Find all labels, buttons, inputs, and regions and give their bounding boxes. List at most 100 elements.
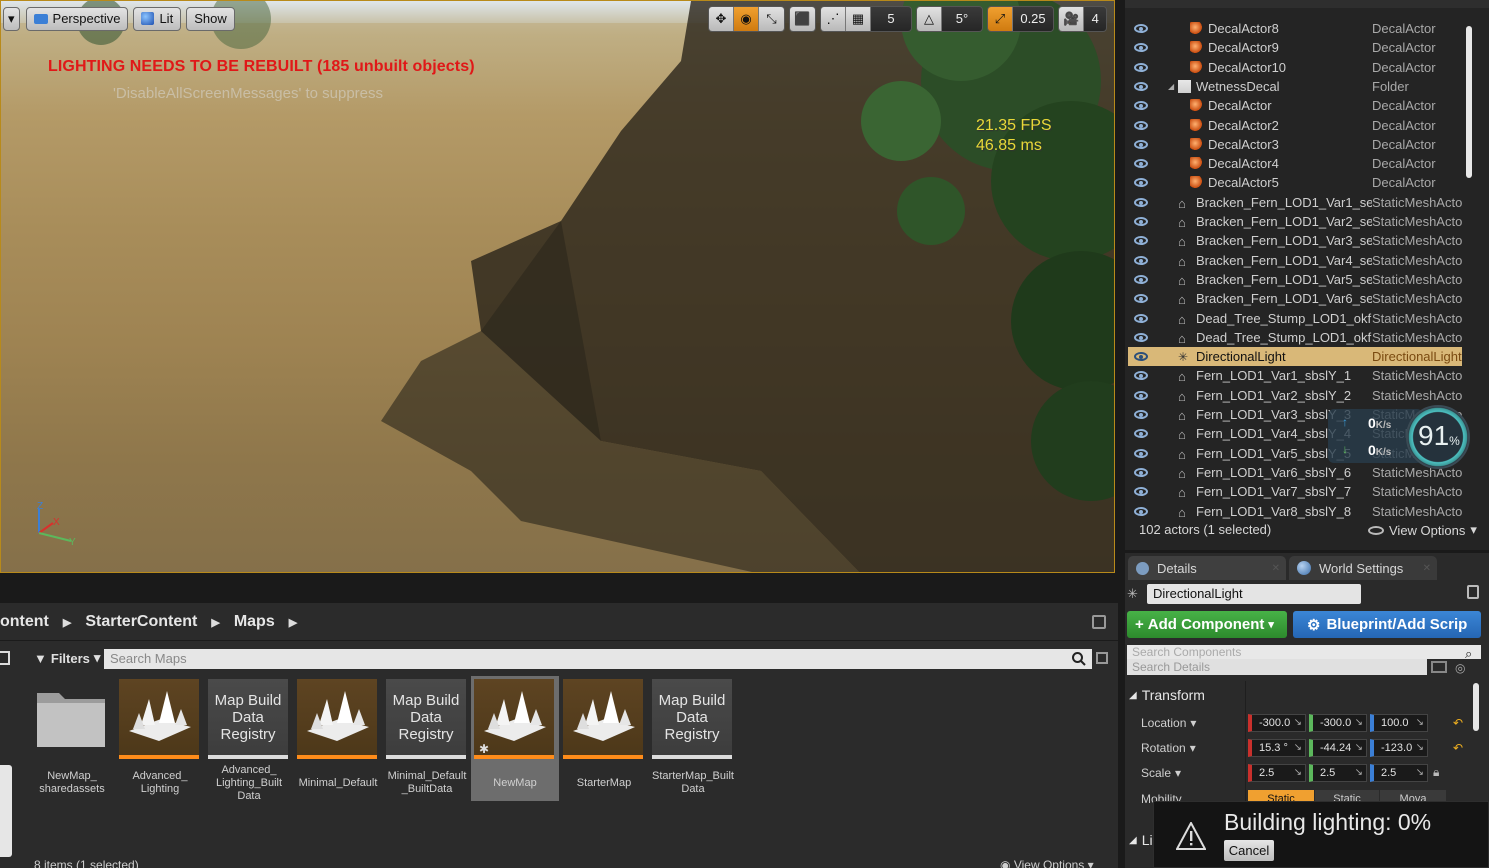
- asset-build-data[interactable]: Map Build Data Registry StarterMap_Built …: [649, 676, 737, 801]
- breadcrumb-arrow-icon[interactable]: ▶: [289, 616, 297, 629]
- expand-arrow-icon[interactable]: ◢: [1168, 82, 1174, 91]
- visibility-eye-icon[interactable]: [1134, 448, 1148, 458]
- view-mode-lit-button[interactable]: Lit: [133, 6, 182, 31]
- close-icon[interactable]: ✕: [1272, 563, 1280, 574]
- location-z-field[interactable]: 100.0: [1370, 714, 1428, 732]
- sources-panel-toggle-icon[interactable]: [0, 651, 10, 665]
- visibility-eye-icon[interactable]: [1134, 178, 1148, 188]
- visibility-eye-icon[interactable]: [1134, 429, 1148, 439]
- actor-name-field[interactable]: DirectionalLight: [1147, 584, 1361, 604]
- breadcrumb-maps[interactable]: Maps: [234, 613, 275, 631]
- lock-icon[interactable]: [1092, 615, 1106, 629]
- visibility-eye-icon[interactable]: [1134, 24, 1148, 33]
- rotate-tool-icon[interactable]: ◉: [734, 6, 759, 31]
- visibility-eye-icon[interactable]: [1134, 120, 1148, 130]
- camera-speed-value[interactable]: 4: [1084, 6, 1107, 31]
- tab-world-settings[interactable]: World Settings ✕: [1289, 556, 1437, 580]
- visibility-eye-icon[interactable]: [1134, 390, 1148, 400]
- visibility-eye-icon[interactable]: [1134, 313, 1148, 323]
- rotation-y-field[interactable]: -44.24: [1309, 739, 1367, 757]
- perspective-button[interactable]: Perspective: [25, 6, 129, 31]
- scale-tool-icon[interactable]: ⤡: [759, 6, 784, 31]
- reset-to-default-icon[interactable]: ↶: [1453, 716, 1463, 730]
- outliner-view-options-button[interactable]: View Options ▾: [1368, 522, 1477, 538]
- world-cube-icon[interactable]: ⬛: [790, 6, 815, 31]
- outliner-row[interactable]: ⌂ Dead_Tree_Stump_LOD1_okf StaticMeshActo: [1128, 328, 1462, 347]
- visibility-eye-icon[interactable]: [1134, 332, 1148, 342]
- scale-y-field[interactable]: 2.5: [1309, 764, 1367, 782]
- outliner-row[interactable]: ⌂ Bracken_Fern_LOD1_Var5_se StaticMeshActo: [1128, 270, 1462, 289]
- outliner-scrollbar[interactable]: [1466, 26, 1472, 178]
- outliner-row[interactable]: ⌂ Fern_LOD1_Var2_sbslY_2 StaticMeshActo: [1128, 386, 1462, 405]
- outliner-row[interactable]: ⌂ Fern_LOD1_Var8_sbslY_8 StaticMeshActo: [1128, 502, 1462, 521]
- visibility-eye-icon[interactable]: [1134, 255, 1148, 265]
- outliner-row[interactable]: ⌂ Fern_LOD1_Var7_sbslY_7 StaticMeshActo: [1128, 482, 1462, 501]
- scale-label[interactable]: Scale ▾: [1141, 766, 1181, 780]
- surface-snap-icon[interactable]: ⋰: [821, 6, 846, 31]
- tab-details[interactable]: Details ✕: [1128, 556, 1286, 580]
- show-button[interactable]: Show: [186, 6, 235, 31]
- asset-map[interactable]: Advanced_ Lighting: [116, 676, 204, 801]
- scale-snap-value[interactable]: 0.25: [1013, 6, 1053, 31]
- outliner-row[interactable]: ⌂ Bracken_Fern_LOD1_Var4_se StaticMeshActo: [1128, 251, 1462, 270]
- camera-speed-icon[interactable]: 🎥: [1059, 6, 1085, 31]
- rotation-x-field[interactable]: 15.3 °: [1248, 739, 1306, 757]
- asset-folder[interactable]: NewMap_ sharedassets: [28, 676, 116, 801]
- scale-z-field[interactable]: 2.5: [1370, 764, 1428, 782]
- visibility-eye-icon[interactable]: [1134, 217, 1148, 226]
- outliner-row[interactable]: DecalActor8 DecalActor: [1128, 19, 1462, 38]
- visibility-eye-icon[interactable]: [1134, 487, 1148, 497]
- transform-section[interactable]: ◢ Transform: [1125, 681, 1245, 709]
- visibility-eye-icon[interactable]: [1134, 101, 1148, 111]
- visibility-eye-icon[interactable]: [1134, 352, 1148, 362]
- scale-snap-icon[interactable]: ⤢: [988, 6, 1013, 31]
- outliner-row[interactable]: ⌂ Bracken_Fern_LOD1_Var1_se StaticMeshActo: [1128, 193, 1462, 212]
- eye-icon[interactable]: ◎: [1455, 661, 1465, 675]
- outliner-row[interactable]: ⌂ Dead_Tree_Stump_LOD1_okf StaticMeshActo: [1128, 309, 1462, 328]
- visibility-eye-icon[interactable]: [1134, 81, 1148, 91]
- breadcrumb-content[interactable]: ontent: [0, 613, 49, 631]
- lock-icon[interactable]: [1467, 585, 1479, 599]
- visibility-eye-icon[interactable]: [1134, 274, 1148, 284]
- rotation-z-field[interactable]: -123.0: [1370, 739, 1428, 757]
- filters-button[interactable]: ▼ Filters ▾: [28, 647, 100, 669]
- property-matrix-icon[interactable]: [1431, 661, 1447, 673]
- reset-to-default-icon[interactable]: ↶: [1453, 741, 1463, 755]
- asset-build-data[interactable]: Map Build Data Registry Minimal_Default _…: [383, 676, 471, 801]
- outliner-row[interactable]: ⌂ Fern_LOD1_Var6_sbslY_6 StaticMeshActo: [1128, 463, 1462, 482]
- add-component-button[interactable]: + Add Component ▾: [1127, 611, 1287, 638]
- location-x-field[interactable]: -300.0: [1248, 714, 1306, 732]
- visibility-eye-icon[interactable]: [1134, 139, 1148, 149]
- breadcrumb-arrow-icon[interactable]: ▶: [63, 616, 71, 629]
- visibility-eye-icon[interactable]: [1134, 62, 1148, 72]
- outliner-row[interactable]: ⌂ Bracken_Fern_LOD1_Var3_se StaticMeshActo: [1128, 231, 1462, 250]
- close-icon[interactable]: ✕: [1423, 563, 1431, 574]
- outliner-row[interactable]: DecalActor3 DecalActor: [1128, 135, 1462, 154]
- outliner-row[interactable]: DecalActor5 DecalActor: [1128, 173, 1462, 192]
- outliner-row[interactable]: DecalActor9 DecalActor: [1128, 38, 1462, 57]
- visibility-eye-icon[interactable]: [1134, 236, 1148, 246]
- outliner-row-selected[interactable]: ✳ DirectionalLight DirectionalLight: [1128, 347, 1462, 367]
- lock-icon[interactable]: 🔒︎: [1433, 765, 1439, 780]
- outliner-row[interactable]: ⌂ Bracken_Fern_LOD1_Var2_se StaticMeshActo: [1128, 212, 1462, 231]
- translate-tool-icon[interactable]: ✥: [709, 6, 734, 31]
- outliner-row[interactable]: ◢ WetnessDecal Folder: [1128, 77, 1462, 96]
- viewport-options-dropdown[interactable]: ▾: [3, 6, 20, 31]
- blueprint-add-script-button[interactable]: ⚙ Blueprint/Add Scrip: [1293, 611, 1481, 638]
- details-scrollbar[interactable]: [1473, 683, 1479, 731]
- outliner-row[interactable]: DecalActor4 DecalActor: [1128, 154, 1462, 173]
- level-viewport[interactable]: ▾ Perspective Lit Show ✥ ◉ ⤡ ⬛ ⋰ ▦ 5 △ 5…: [0, 0, 1115, 573]
- asset-map[interactable]: Minimal_Default: [294, 676, 382, 801]
- breadcrumb-arrow-icon[interactable]: ▶: [211, 616, 219, 629]
- save-search-icon[interactable]: [1096, 652, 1108, 664]
- asset-build-data[interactable]: Map Build Data Registry Advanced_ Lightin…: [205, 676, 293, 802]
- outliner-row[interactable]: ⌂ Fern_LOD1_Var1_sbslY_1 StaticMeshActo: [1128, 366, 1462, 385]
- visibility-eye-icon[interactable]: [1134, 506, 1148, 516]
- grid-snap-icon[interactable]: ▦: [846, 6, 871, 31]
- breadcrumb-startercontent[interactable]: StarterContent: [85, 613, 197, 631]
- search-components-input[interactable]: Search Components: [1127, 645, 1481, 659]
- asset-map[interactable]: ✱ NewMap: [471, 676, 559, 801]
- visibility-eye-icon[interactable]: [1134, 43, 1148, 53]
- visibility-eye-icon[interactable]: [1134, 294, 1148, 304]
- search-maps-input[interactable]: Search Maps: [104, 649, 1092, 669]
